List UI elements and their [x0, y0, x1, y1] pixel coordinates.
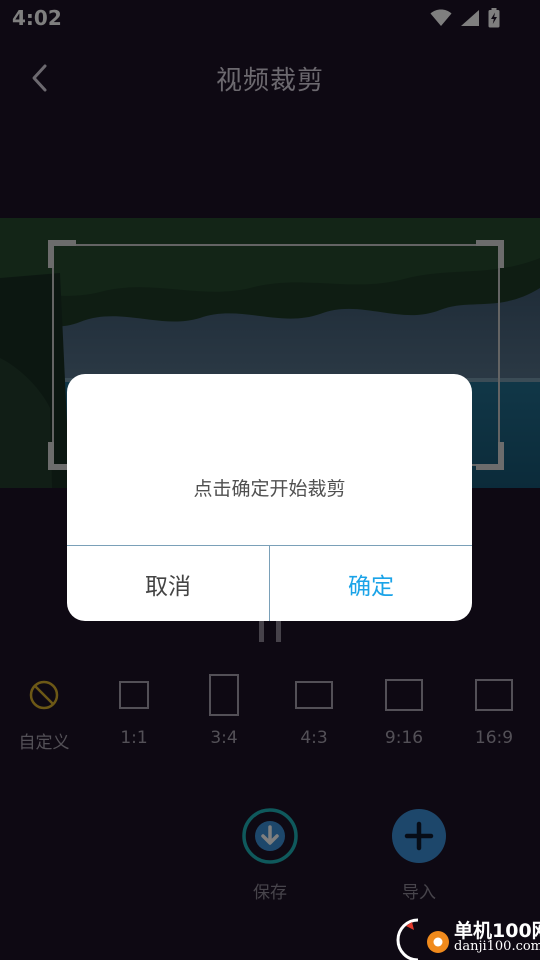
cancel-button[interactable]: 取消: [67, 546, 269, 621]
dialog-message: 点击确定开始裁剪: [193, 478, 346, 500]
confirm-button[interactable]: 确定: [270, 546, 472, 621]
watermark: 单机100网 danji100.com: [384, 912, 540, 960]
screen: 4:02 视频裁剪: [0, 0, 540, 960]
watermark-domain: danji100.com: [454, 939, 540, 954]
watermark-logo-icon: [396, 918, 449, 960]
confirm-dialog: 点击确定开始裁剪 取消 确定: [67, 374, 472, 621]
